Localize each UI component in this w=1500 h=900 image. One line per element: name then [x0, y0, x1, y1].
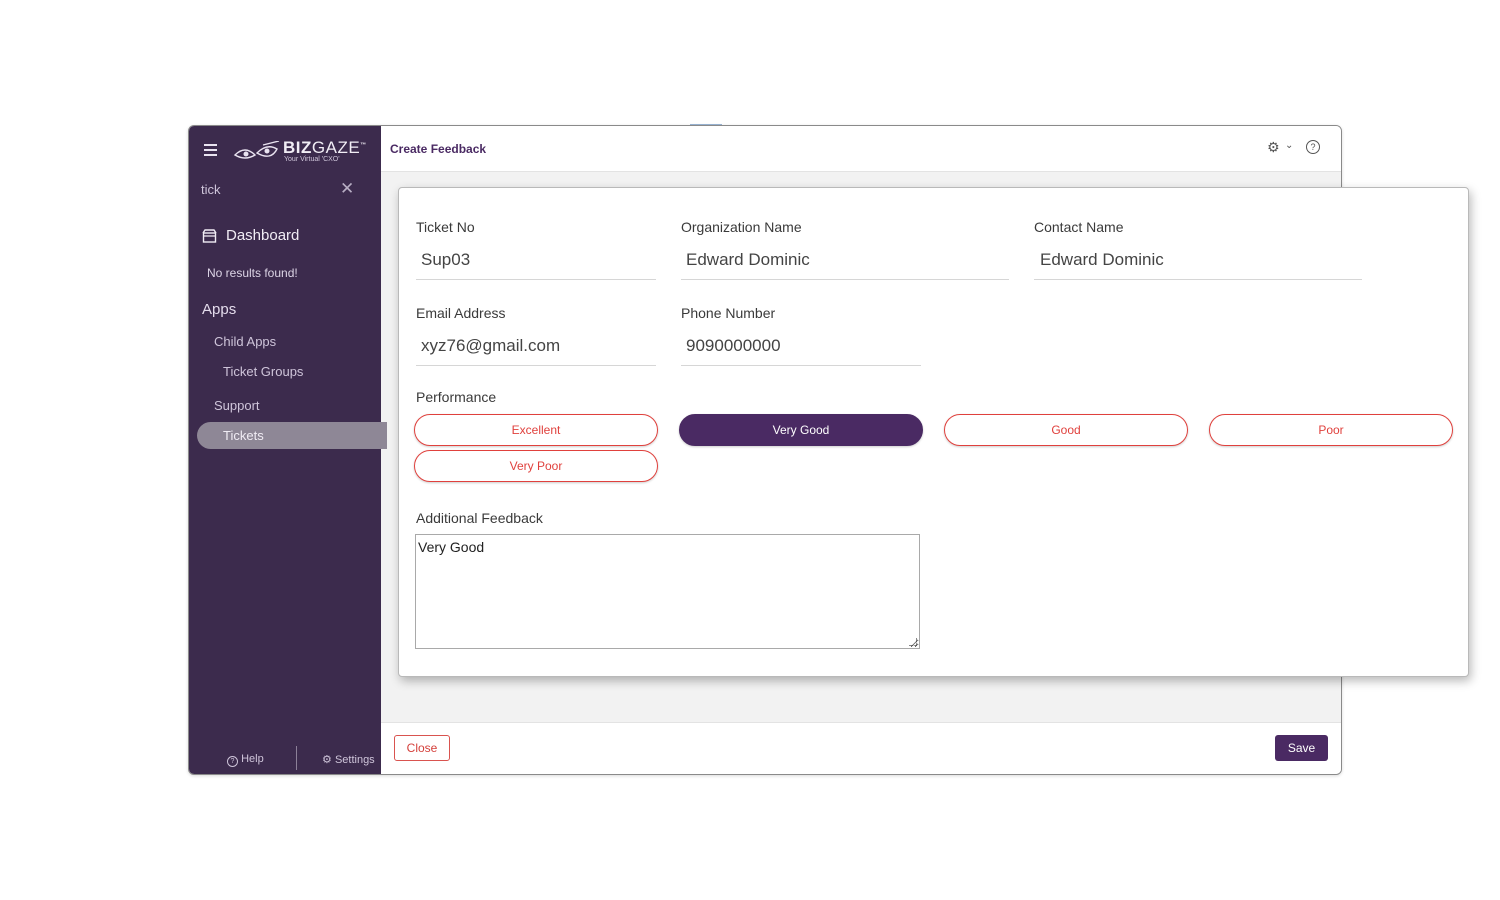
- logo-tagline: Your Virtual 'CXO': [284, 156, 340, 163]
- additional-feedback-textarea[interactable]: Very Good: [415, 534, 920, 649]
- help-icon: ?: [227, 756, 238, 767]
- performance-option-good[interactable]: Good: [944, 414, 1188, 446]
- sidebar-item-dashboard[interactable]: Dashboard: [202, 227, 299, 244]
- form-footer: Close Save: [381, 722, 1341, 774]
- sidebar-item-ticket-groups[interactable]: Ticket Groups: [223, 364, 303, 379]
- gear-icon[interactable]: ⚙: [1267, 139, 1280, 156]
- performance-option-poor[interactable]: Poor: [1209, 414, 1453, 446]
- chevron-down-icon[interactable]: ⌄: [1285, 140, 1293, 151]
- logo-eyes-icon: [233, 141, 280, 159]
- logo-wordmark: BIZGAZE™: [283, 138, 367, 157]
- organization-name-field[interactable]: Edward Dominic: [686, 250, 810, 270]
- performance-option-very-good[interactable]: Very Good: [679, 414, 923, 446]
- sidebar-item-tickets[interactable]: Tickets: [197, 422, 387, 449]
- phone-field[interactable]: 9090000000: [686, 336, 781, 356]
- help-link[interactable]: ? Help: [227, 753, 264, 767]
- performance-option-excellent[interactable]: Excellent: [414, 414, 658, 446]
- ticket-no-underline: [416, 279, 656, 280]
- contact-name-underline: [1034, 279, 1362, 280]
- sidebar-item-child-apps[interactable]: Child Apps: [214, 334, 276, 349]
- close-button[interactable]: Close: [394, 735, 450, 761]
- organization-name-label: Organization Name: [681, 219, 802, 235]
- gear-icon: ⚙: [322, 754, 332, 766]
- logo: BIZGAZE™ Your Virtual 'CXO': [233, 137, 366, 167]
- email-label: Email Address: [416, 305, 506, 321]
- email-field[interactable]: xyz76@gmail.com: [421, 336, 560, 356]
- help-label: Help: [241, 753, 264, 765]
- no-results-text: No results found!: [207, 266, 298, 280]
- sidebar-item-label: Dashboard: [226, 227, 300, 244]
- ticket-no-field[interactable]: Sup03: [421, 250, 470, 270]
- organization-name-underline: [681, 279, 1009, 280]
- additional-feedback-text: Very Good: [418, 539, 485, 555]
- additional-feedback-label: Additional Feedback: [416, 510, 543, 526]
- apps-section-title: Apps: [202, 301, 237, 318]
- contact-name-label: Contact Name: [1034, 219, 1124, 235]
- close-icon[interactable]: ✕: [340, 179, 354, 199]
- email-underline: [416, 365, 656, 366]
- phone-label: Phone Number: [681, 305, 776, 321]
- sidebar-search-input[interactable]: tick: [201, 182, 221, 197]
- help-icon[interactable]: ?: [1306, 140, 1320, 154]
- save-button[interactable]: Save: [1275, 735, 1328, 761]
- sidebar-footer: ? Help ⚙ Settings: [189, 746, 381, 774]
- footer-divider: [296, 746, 297, 770]
- dashboard-icon: [202, 228, 217, 243]
- performance-label: Performance: [416, 389, 497, 405]
- feedback-form-card: Ticket No Sup03 Organization Name Edward…: [398, 187, 1469, 677]
- sidebar-item-label: Tickets: [223, 428, 264, 443]
- phone-underline: [681, 365, 921, 366]
- resize-handle-icon[interactable]: [909, 638, 917, 646]
- ticket-no-label: Ticket No: [416, 219, 475, 235]
- sidebar-item-support[interactable]: Support: [214, 398, 260, 413]
- performance-option-very-poor[interactable]: Very Poor: [414, 450, 658, 482]
- page-header: Create Feedback ⚙ ⌄ ?: [381, 126, 1341, 172]
- settings-link[interactable]: ⚙ Settings: [322, 753, 375, 766]
- settings-label: Settings: [334, 754, 375, 766]
- menu-icon[interactable]: [204, 144, 217, 159]
- contact-name-field[interactable]: Edward Dominic: [1040, 250, 1164, 270]
- page-title: Create Feedback: [390, 142, 487, 156]
- sidebar: BIZGAZE™ Your Virtual 'CXO' tick ✕ Dashb…: [189, 126, 387, 774]
